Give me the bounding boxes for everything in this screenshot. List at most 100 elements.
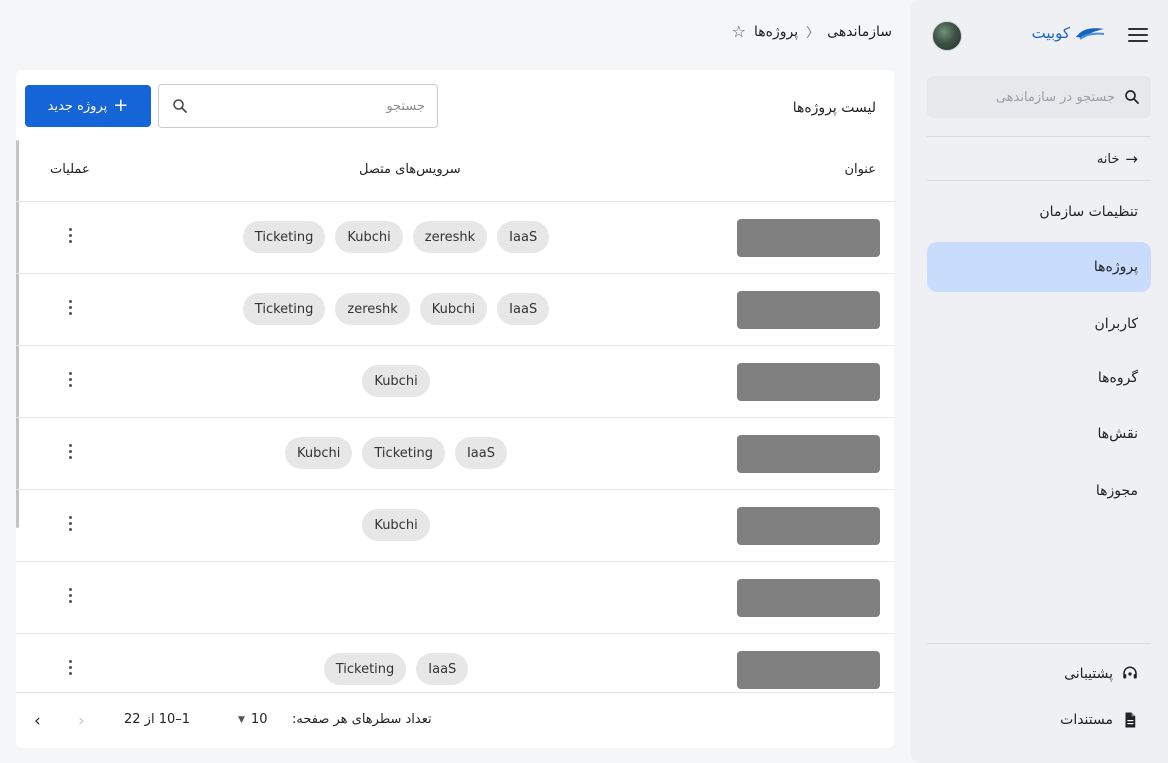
brand-logo[interactable]: کوبیت — [1032, 24, 1106, 42]
support-label: پشتیبانی — [1064, 666, 1113, 682]
column-header-actions: عملیات — [50, 162, 90, 177]
project-title-redacted[interactable] — [737, 507, 880, 545]
sidebar-header: کوبیت — [910, 18, 1168, 58]
chevron-left-icon: 〈 — [806, 26, 820, 41]
sidebar-item-label: کاربران — [1094, 316, 1138, 332]
search-icon — [173, 99, 187, 113]
table-row[interactable]: IaaS Ticketing Kubchi — [16, 418, 894, 490]
hamburger-menu-icon[interactable] — [1128, 28, 1148, 44]
service-chips: IaaS Kubchi zereshk Ticketing — [176, 293, 616, 325]
projects-table: عنوان سرویس‌های متصل عملیات IaaS zereshk K… — [16, 140, 894, 692]
breadcrumb-root[interactable]: سازماندهی — [827, 24, 892, 40]
service-chips: IaaS Ticketing — [176, 653, 616, 685]
search-icon — [1125, 90, 1139, 104]
service-chip: Ticketing — [323, 653, 407, 685]
service-chip: Kubchi — [362, 509, 430, 541]
service-chip: IaaS — [497, 293, 550, 325]
table-row[interactable] — [16, 562, 894, 634]
avatar[interactable] — [932, 21, 962, 51]
docs-link[interactable]: مستندات — [1060, 700, 1151, 740]
projects-card: لیست پروژه‌ها جستجو + پروژه جدید عنوان س… — [16, 70, 894, 748]
sidebar-item-label: تنظیمات سازمان — [1039, 204, 1138, 220]
sidebar-item-label: پروژه‌ها — [1093, 259, 1138, 275]
caret-down-icon: ▼ — [238, 714, 245, 725]
more-vert-icon[interactable] — [66, 444, 74, 464]
support-link[interactable]: پشتیبانی — [1064, 654, 1151, 694]
plus-icon: + — [113, 95, 129, 116]
star-icon[interactable]: ☆ — [732, 22, 746, 41]
table-row[interactable]: Kubchi — [16, 346, 894, 418]
service-chip: Kubchi — [362, 365, 430, 397]
sidebar-search[interactable]: جستجو در سازماندهی — [927, 76, 1151, 118]
service-chip: Ticketing — [362, 437, 445, 469]
divider — [927, 643, 1151, 644]
table-row[interactable]: IaaS Kubchi zereshk Ticketing — [16, 274, 894, 346]
project-title-redacted[interactable] — [737, 435, 880, 473]
more-vert-icon[interactable] — [66, 660, 74, 680]
rows-per-page-value: 10 — [250, 712, 268, 727]
service-chip: IaaS — [416, 653, 469, 685]
docs-label: مستندات — [1060, 712, 1113, 728]
sidebar-item-projects[interactable]: پروژه‌ها — [927, 242, 1151, 292]
project-title-redacted[interactable] — [737, 579, 880, 617]
project-title-redacted[interactable] — [737, 291, 880, 329]
page-title: لیست پروژه‌ها — [792, 100, 876, 116]
column-header-title[interactable]: عنوان — [844, 162, 876, 177]
service-chip: IaaS — [497, 221, 550, 253]
sidebar-item-label: نقش‌ها — [1097, 426, 1138, 442]
service-chip: Kubchi — [335, 221, 403, 253]
sidebar-item-label: گروه‌ها — [1097, 370, 1138, 386]
more-vert-icon[interactable] — [66, 516, 74, 536]
project-title-redacted[interactable] — [737, 651, 880, 689]
table-row[interactable]: IaaS Ticketing — [16, 634, 894, 692]
sidebar-item-label: مجوزها — [1095, 483, 1138, 499]
service-chips: Kubchi — [176, 365, 616, 397]
more-vert-icon[interactable] — [66, 588, 74, 608]
sidebar-item-roles[interactable]: نقش‌ها — [927, 409, 1151, 459]
project-title-redacted[interactable] — [737, 219, 880, 257]
divider — [927, 180, 1151, 181]
sidebar-item-label: خانه — [1096, 151, 1120, 167]
breadcrumb: سازماندهی 〈 پروژه‌ها ☆ — [732, 22, 892, 41]
sidebar-item-groups[interactable]: گروه‌ها — [927, 353, 1151, 403]
sidebar-item-home[interactable]: → خانه — [927, 134, 1151, 184]
document-icon — [1125, 712, 1136, 728]
new-project-button[interactable]: + پروژه جدید — [25, 85, 151, 127]
arrow-right-icon: → — [1125, 150, 1138, 168]
breadcrumb-current: پروژه‌ها — [754, 23, 799, 40]
next-page-chevron-icon[interactable]: ‹ — [34, 711, 41, 731]
service-chip: zereshk — [335, 293, 410, 325]
service-chips: Kubchi — [176, 509, 616, 541]
more-vert-icon[interactable] — [66, 372, 74, 392]
sidebar-search-placeholder: جستجو در سازماندهی — [995, 89, 1115, 105]
service-chip: zereshk — [412, 221, 488, 253]
page-range: 1–10 از 22 — [124, 712, 191, 727]
service-chip: Kubchi — [419, 293, 488, 325]
rows-per-page-select[interactable]: ▼ 10 — [238, 712, 267, 727]
sidebar-item-permissions[interactable]: مجوزها — [927, 466, 1151, 516]
new-project-label: پروژه جدید — [47, 98, 108, 114]
table-row[interactable]: Kubchi — [16, 490, 894, 562]
service-chip: IaaS — [454, 437, 507, 469]
service-chips: IaaS Ticketing Kubchi — [176, 437, 616, 469]
search-placeholder: جستجو — [386, 98, 425, 114]
service-chips: IaaS zereshk Kubchi Ticketing — [176, 221, 616, 253]
pagination: ‹ › 1–10 از 22 ▼ 10 تعداد سطرهای هر صفحه… — [16, 692, 894, 748]
sidebar-item-org-settings[interactable]: تنظیمات سازمان — [927, 187, 1151, 237]
table-row[interactable]: IaaS zereshk Kubchi Ticketing — [16, 202, 894, 274]
sidebar-item-users[interactable]: کاربران — [927, 299, 1151, 349]
headset-icon — [1123, 666, 1137, 679]
more-vert-icon[interactable] — [66, 300, 74, 320]
project-title-redacted[interactable] — [737, 363, 880, 401]
service-chip: Kubchi — [285, 437, 353, 469]
rows-per-page-label: تعداد سطرهای هر صفحه: — [292, 712, 432, 727]
wave-logo-icon — [1076, 28, 1105, 40]
service-chip: Ticketing — [242, 221, 326, 253]
sidebar: کوبیت جستجو در سازماندهی → خانه تنظیمات … — [910, 0, 1168, 763]
service-chip: Ticketing — [242, 293, 326, 325]
brand-name: کوبیت — [1031, 24, 1070, 42]
column-header-services: سرویس‌های متصل — [359, 162, 461, 177]
prev-page-chevron-icon[interactable]: › — [78, 711, 85, 731]
search-input[interactable]: جستجو — [158, 84, 438, 128]
more-vert-icon[interactable] — [66, 228, 74, 248]
